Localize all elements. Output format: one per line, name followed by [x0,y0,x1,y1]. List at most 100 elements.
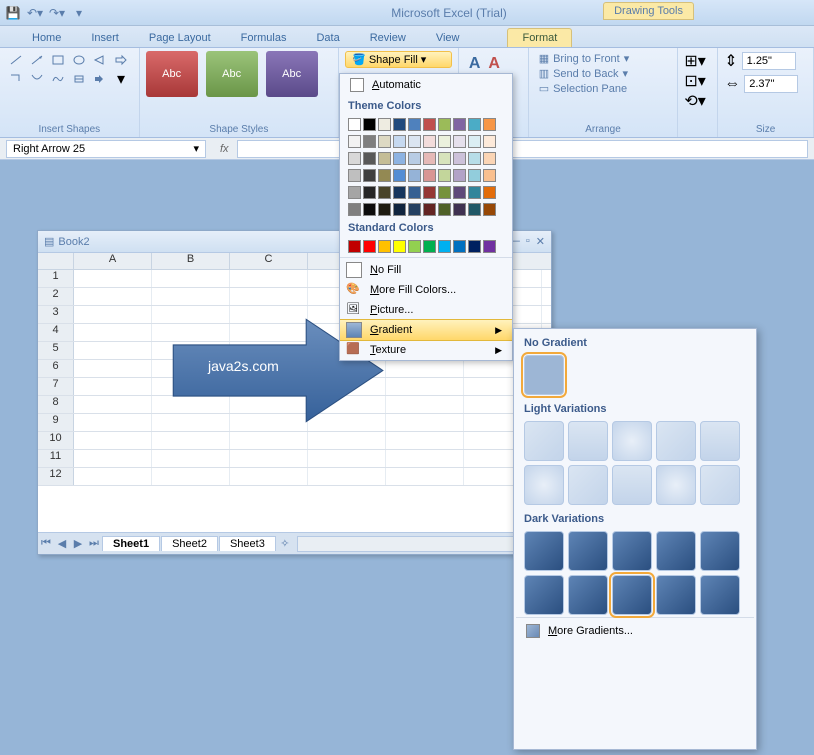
col-header[interactable]: C [230,253,308,269]
color-swatch[interactable] [468,186,481,199]
row-header[interactable]: 11 [38,450,74,467]
col-header[interactable]: B [152,253,230,269]
color-swatch[interactable] [453,118,466,131]
row-header[interactable]: 2 [38,288,74,305]
color-swatch[interactable] [483,203,496,216]
tab-view[interactable]: View [422,29,474,47]
color-swatch[interactable] [408,152,421,165]
color-swatch[interactable] [363,135,376,148]
gradient-swatch-none[interactable] [524,355,564,395]
cell[interactable] [386,432,464,449]
color-swatch[interactable] [423,186,436,199]
sheet-tab[interactable]: Sheet3 [219,536,276,551]
gradient-swatch-dark[interactable] [656,575,696,615]
cell[interactable] [152,432,230,449]
last-sheet-icon[interactable]: ⏭ [86,537,102,550]
cell[interactable] [74,270,152,287]
gradient-swatch-dark[interactable] [524,531,564,571]
tab-review[interactable]: Review [356,29,420,47]
undo-icon[interactable]: ↶▾ [26,4,44,22]
row-header[interactable]: 10 [38,432,74,449]
cell[interactable] [74,288,152,305]
color-swatch[interactable] [423,135,436,148]
color-swatch[interactable] [438,118,451,131]
maximize-icon[interactable]: ▫ [526,235,530,248]
selection-pane-button[interactable]: ▭Selection Pane [535,81,672,96]
cell[interactable] [74,414,152,431]
gradient-fill-item[interactable]: Gradient ▶ [340,319,512,341]
cell[interactable] [152,450,230,467]
gradient-swatch-dark[interactable] [568,575,608,615]
more-fill-colors-item[interactable]: 🎨 More Fill Colors... [340,280,512,300]
color-swatch[interactable] [408,240,421,253]
color-swatch[interactable] [483,135,496,148]
color-swatch[interactable] [468,203,481,216]
color-swatch[interactable] [438,186,451,199]
cell[interactable] [74,396,152,413]
color-swatch[interactable] [363,169,376,182]
color-swatch[interactable] [483,152,496,165]
color-swatch[interactable] [423,203,436,216]
style-thumb-3[interactable]: Abc [266,51,318,97]
more-gradients-item[interactable]: More Gradients... [516,617,754,644]
close-icon[interactable]: ✕ [536,235,545,248]
color-swatch[interactable] [408,203,421,216]
color-swatch[interactable] [453,169,466,182]
gradient-swatch-light[interactable] [700,465,740,505]
color-swatch[interactable] [468,169,481,182]
fx-label[interactable]: fx [220,143,229,155]
color-swatch[interactable] [348,240,361,253]
color-swatch[interactable] [483,118,496,131]
color-swatch[interactable] [408,186,421,199]
color-swatch[interactable] [363,118,376,131]
cell[interactable] [230,450,308,467]
color-swatch[interactable] [348,186,361,199]
gradient-swatch-light[interactable] [612,421,652,461]
cell[interactable] [74,360,152,377]
color-swatch[interactable] [393,118,406,131]
gradient-swatch-light[interactable] [524,465,564,505]
color-swatch[interactable] [393,169,406,182]
color-swatch[interactable] [348,169,361,182]
cell[interactable] [386,360,464,377]
color-swatch[interactable] [363,203,376,216]
color-swatch[interactable] [363,152,376,165]
color-swatch[interactable] [378,186,391,199]
sheet-tab[interactable]: Sheet2 [161,536,218,551]
cell[interactable] [74,450,152,467]
color-swatch[interactable] [468,240,481,253]
color-swatch[interactable] [348,203,361,216]
cell[interactable] [386,396,464,413]
color-swatch[interactable] [483,240,496,253]
tab-data[interactable]: Data [302,29,353,47]
color-swatch[interactable] [408,118,421,131]
color-swatch[interactable] [453,203,466,216]
color-swatch[interactable] [348,118,361,131]
cell[interactable] [74,324,152,341]
gradient-swatch-dark[interactable] [656,531,696,571]
color-swatch[interactable] [378,169,391,182]
group-icon[interactable]: ⊡▾ [684,71,711,91]
row-header[interactable]: 12 [38,468,74,485]
gradient-swatch-dark[interactable] [612,575,652,615]
cell[interactable] [230,468,308,485]
style-thumb-2[interactable]: Abc [206,51,258,97]
gradient-swatch-light[interactable] [568,421,608,461]
color-swatch[interactable] [453,135,466,148]
color-swatch[interactable] [423,240,436,253]
cell[interactable] [152,270,230,287]
color-swatch[interactable] [363,186,376,199]
row-header[interactable]: 4 [38,324,74,341]
horizontal-scrollbar[interactable] [297,536,547,552]
text-outline-icon[interactable]: A [488,55,500,73]
col-header[interactable]: A [74,253,152,269]
tab-insert[interactable]: Insert [77,29,133,47]
gradient-swatch-dark[interactable] [700,531,740,571]
tab-home[interactable]: Home [18,29,75,47]
cell[interactable] [74,432,152,449]
color-swatch[interactable] [393,135,406,148]
row-header[interactable]: 8 [38,396,74,413]
gradient-swatch-dark[interactable] [700,575,740,615]
picture-fill-item[interactable]: 🖼 Picture... [340,300,512,320]
row-header[interactable]: 9 [38,414,74,431]
